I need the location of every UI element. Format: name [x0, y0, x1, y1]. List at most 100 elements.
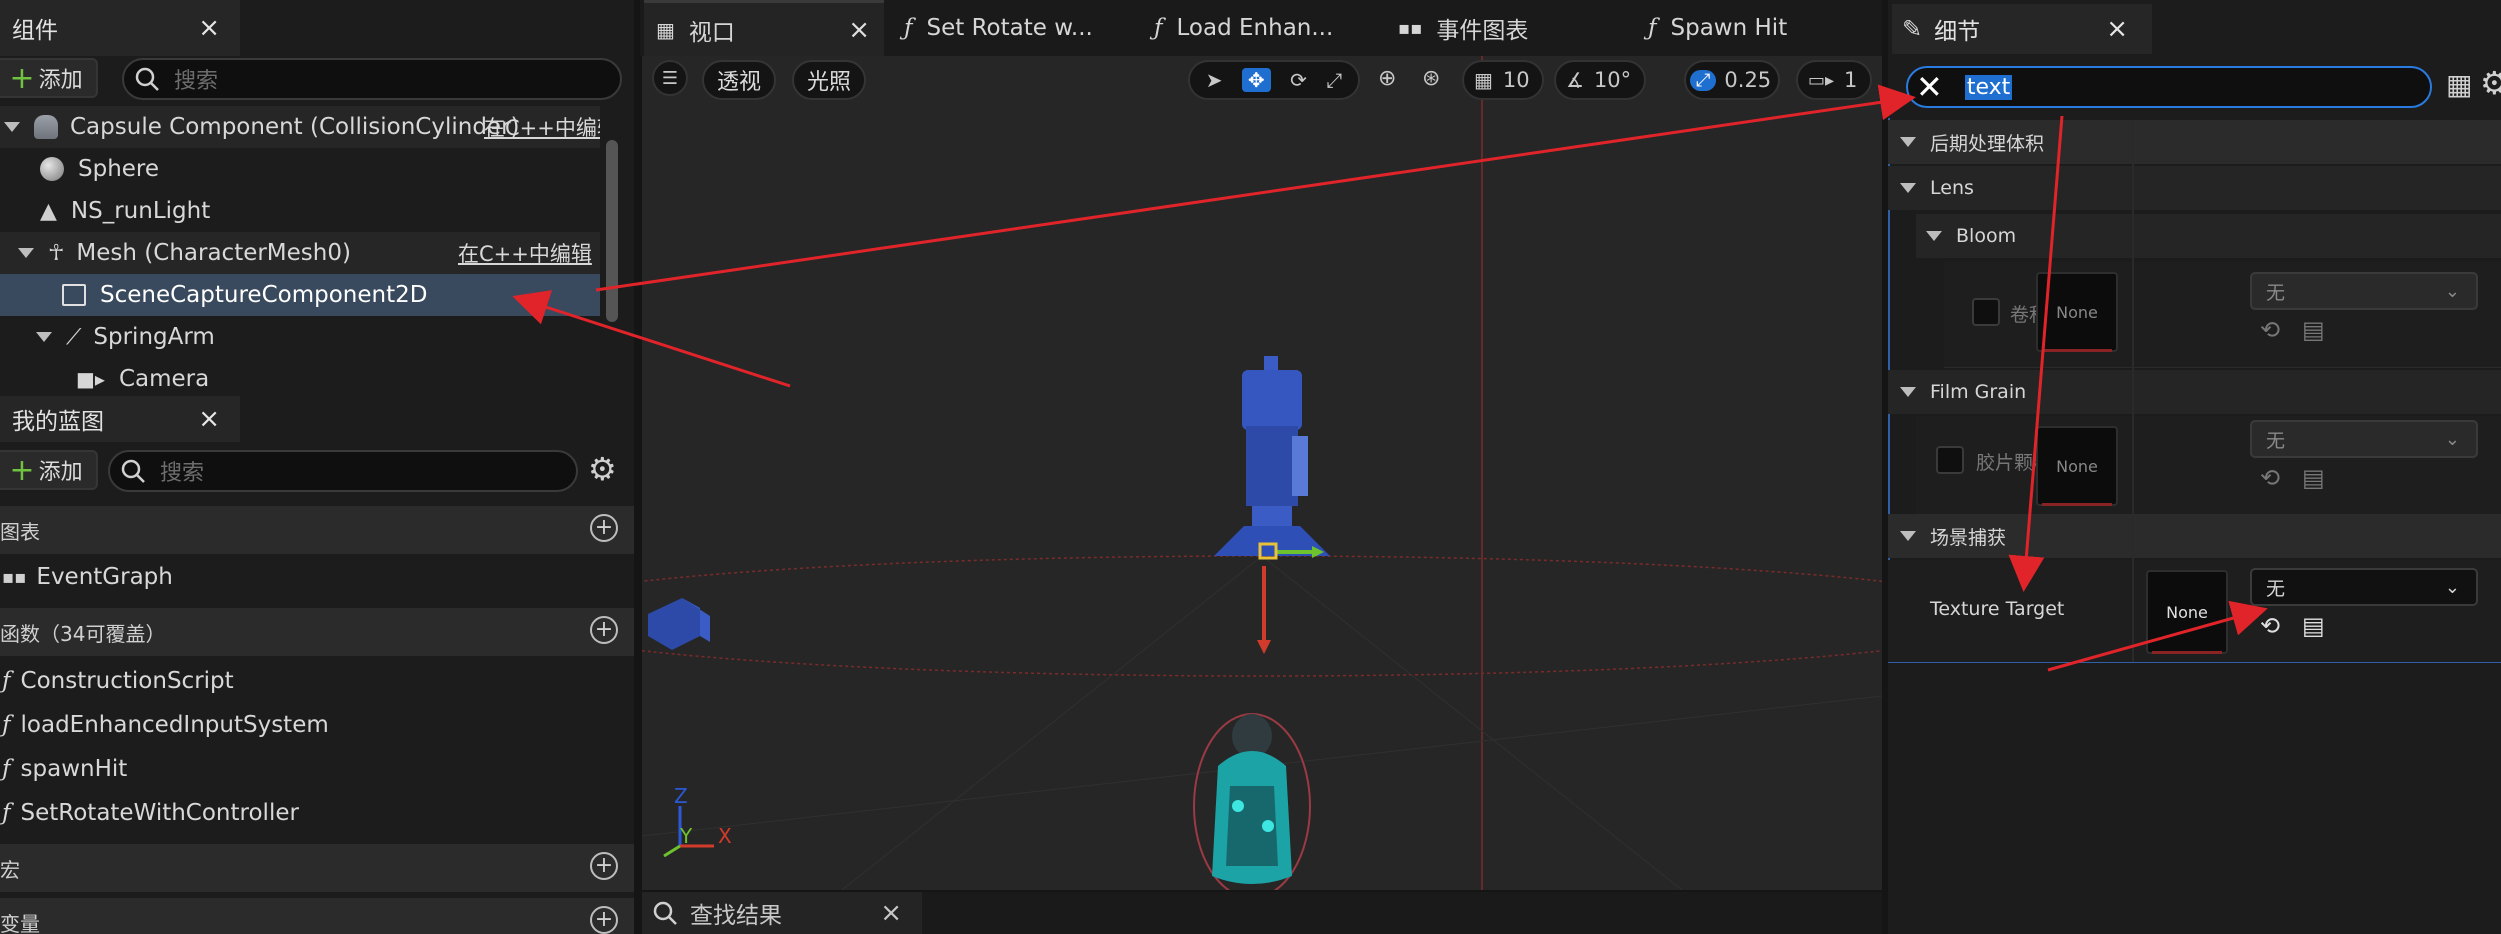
gear-icon[interactable]: ⚙: [2480, 64, 2501, 102]
surface-snap-icon[interactable]: ⊛: [1422, 66, 1440, 91]
components-scrollbar[interactable]: [606, 140, 618, 322]
details-tab[interactable]: ✎ 细节 ×: [1892, 4, 2152, 54]
bottom-tab-bar: 查找结果 ×: [642, 892, 1882, 934]
rotation-snap-toggle[interactable]: ∡ 10°: [1554, 60, 1646, 100]
tree-item-label: Sphere: [78, 156, 160, 182]
camera-speed-button[interactable]: ▭▸ 1: [1796, 60, 1872, 100]
tab-label: Load Enhan...: [1176, 15, 1334, 41]
item-label: EventGraph: [36, 564, 173, 590]
clear-search-icon[interactable]: ✕: [1916, 71, 1943, 103]
tree-item-camera[interactable]: ■▸ Camera: [0, 358, 600, 396]
reset-icon[interactable]: ⟲: [2260, 612, 2280, 640]
close-icon[interactable]: ×: [848, 15, 870, 45]
event-graph-icon: ▪▪: [1398, 17, 1423, 39]
dropdown-value: 无: [2266, 281, 2286, 304]
perspective-label: 透视: [716, 70, 761, 95]
add-blueprint-item-button[interactable]: + 添加: [0, 450, 98, 490]
add-graph-icon[interactable]: +: [590, 514, 618, 542]
camera-actor-model: [648, 598, 710, 650]
add-component-button[interactable]: + 添加: [0, 58, 98, 98]
chevron-down-icon: [1900, 531, 1916, 541]
gear-icon[interactable]: ⚙: [588, 450, 617, 488]
reset-icon[interactable]: ⟲: [2260, 316, 2280, 344]
section-label: Bloom: [1956, 225, 2017, 247]
tab-spawn-hit[interactable]: ƒ Spawn Hit: [1642, 0, 1878, 56]
tree-item-sphere[interactable]: Sphere: [0, 148, 600, 190]
texture-target-dropdown[interactable]: 无 ⌄: [2250, 568, 2478, 606]
function-item[interactable]: ƒ spawnHit: [0, 748, 634, 790]
select-tool-icon[interactable]: ➤: [1206, 68, 1223, 92]
my-blueprint-tab[interactable]: 我的蓝图 ×: [0, 396, 240, 442]
close-icon[interactable]: ×: [198, 404, 220, 434]
add-variable-icon[interactable]: +: [590, 906, 618, 934]
viewport-menu-button[interactable]: ☰: [652, 60, 688, 96]
scale-snap-icon: ⤢: [1690, 69, 1717, 91]
edit-in-cpp-link[interactable]: 在C++中编辑: [458, 238, 592, 268]
details-title: 细节: [1934, 19, 1981, 45]
tab-load-enhanced[interactable]: ƒ Load Enhan...: [1148, 0, 1388, 56]
chevron-down-icon: [18, 248, 34, 258]
grid-snap-toggle[interactable]: ▦ 10: [1462, 60, 1544, 100]
add-macro-icon[interactable]: +: [590, 852, 618, 880]
function-item[interactable]: ƒ ConstructionScript: [0, 660, 634, 702]
tree-item-capsule[interactable]: Capsule Component (CollisionCylinder) 在C…: [0, 106, 600, 148]
macros-section-header[interactable]: 宏 +: [0, 844, 634, 892]
variables-section-header[interactable]: 变量 +: [0, 898, 634, 934]
tab-set-rotate[interactable]: ƒ Set Rotate w...: [898, 0, 1138, 56]
components-panel: 组件 × + 添加 搜索 Capsule Component (Collisio…: [0, 0, 634, 396]
lens-section[interactable]: Lens: [1888, 166, 2501, 210]
texture-thumbnail[interactable]: None: [2146, 570, 2228, 654]
tree-item-mesh[interactable]: ☥ Mesh (CharacterMesh0) 在C++中编辑: [0, 232, 600, 274]
function-item[interactable]: ƒ loadEnhancedInputSystem: [0, 704, 634, 746]
table-view-icon[interactable]: ▦: [2446, 68, 2472, 101]
tab-event-graph[interactable]: ▪▪ 事件图表: [1392, 0, 1632, 56]
document-tab-bar: ▦ 视口 × ƒ Set Rotate w... ƒ Load Enhan...…: [640, 0, 1882, 56]
lighting-button[interactable]: 光照: [792, 60, 866, 100]
function-item[interactable]: ƒ SetRotateWithController: [0, 792, 634, 834]
close-icon[interactable]: ×: [2106, 14, 2128, 44]
texture-thumbnail[interactable]: None: [2036, 272, 2118, 352]
edit-in-cpp-link[interactable]: 在C++中编辑: [484, 112, 600, 142]
details-search-input[interactable]: ✕ text: [1906, 66, 2432, 108]
lighting-label: 光照: [806, 70, 851, 95]
viewport-canvas[interactable]: ☰ 透视 光照 ➤ ✥ ⟳ ⤢ ⊕ ⊛ ▦ 10 ∡ 10° ⤢ 0.25 ▭▸…: [642, 56, 1882, 890]
browse-folder-icon[interactable]: ▤: [2302, 316, 2325, 344]
perspective-button[interactable]: 透视: [702, 60, 776, 100]
move-tool-icon[interactable]: ✥: [1241, 68, 1271, 92]
components-tab[interactable]: 组件 ×: [0, 0, 240, 56]
bloom-texture-dropdown[interactable]: 无 ⌄: [2250, 272, 2478, 310]
browse-folder-icon[interactable]: ▤: [2302, 464, 2325, 492]
rotate-tool-icon[interactable]: ⟳: [1290, 68, 1307, 92]
close-icon[interactable]: ×: [880, 898, 902, 928]
coordinate-space-icon[interactable]: ⊕: [1378, 66, 1396, 91]
film-grain-section[interactable]: Film Grain: [1888, 370, 2501, 414]
scene-capture-section[interactable]: 场景捕获: [1888, 514, 2501, 558]
none-label: None: [2056, 456, 2098, 476]
item-label: ConstructionScript: [20, 668, 234, 694]
add-function-icon[interactable]: +: [590, 616, 618, 644]
tree-item-ns-runlight[interactable]: ▲ NS_runLight: [0, 190, 600, 232]
tree-item-springarm[interactable]: ⟋ SpringArm: [0, 316, 600, 358]
film-grain-texture-dropdown[interactable]: 无 ⌄: [2250, 420, 2478, 458]
scale-tool-icon[interactable]: ⤢: [1326, 68, 1342, 92]
event-graph-item[interactable]: ▪▪ EventGraph: [0, 556, 634, 598]
reset-icon[interactable]: ⟲: [2260, 464, 2280, 492]
blueprint-search-input[interactable]: 搜索: [108, 450, 578, 492]
niagara-icon: ▲: [40, 198, 57, 224]
tab-viewport[interactable]: ▦ 视口 ×: [644, 0, 884, 56]
texture-thumbnail[interactable]: None: [2036, 426, 2118, 506]
graphs-section-header[interactable]: 图表 +: [0, 506, 634, 554]
bloom-section[interactable]: Bloom: [1916, 214, 2501, 258]
capsule-icon: [34, 115, 58, 139]
functions-section-header[interactable]: 函数（34可覆盖） +: [0, 608, 634, 656]
close-icon[interactable]: ×: [198, 13, 220, 43]
tab-find-results[interactable]: 查找结果 ×: [642, 892, 922, 934]
components-search-input[interactable]: 搜索: [122, 58, 622, 100]
browse-folder-icon[interactable]: ▤: [2302, 612, 2325, 640]
tab-label: 视口: [688, 19, 735, 46]
post-process-section[interactable]: 后期处理体积: [1888, 120, 2501, 164]
checkbox[interactable]: [1972, 298, 2000, 326]
scale-snap-toggle[interactable]: ⤢ 0.25: [1684, 60, 1780, 100]
checkbox[interactable]: [1936, 446, 1964, 474]
tree-item-scene-capture[interactable]: SceneCaptureComponent2D: [0, 274, 600, 316]
